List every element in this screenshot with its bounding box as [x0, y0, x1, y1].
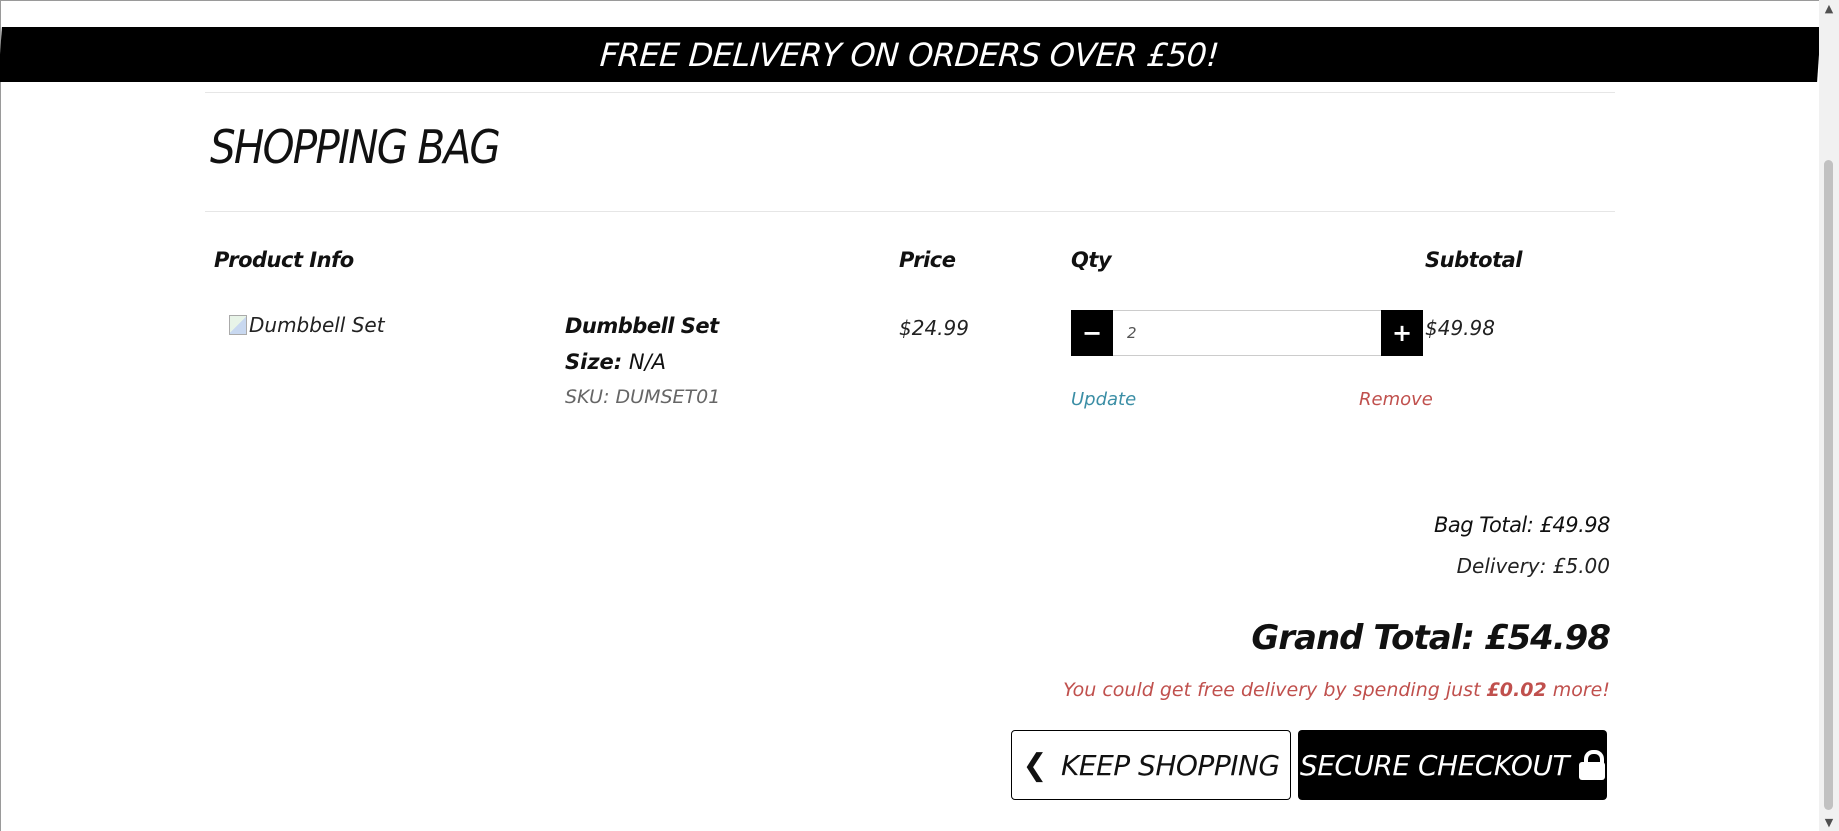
keep-shopping-button[interactable]: ❮ KEEP SHOPPING	[1011, 730, 1291, 800]
keep-shopping-label: KEEP SHOPPING	[1061, 748, 1280, 782]
quantity-input[interactable]: 2	[1113, 310, 1381, 356]
product-image[interactable]: Dumbbell Set	[229, 313, 385, 337]
grand-total: Grand Total: £54.98	[1251, 618, 1611, 658]
divider-top	[205, 92, 1615, 93]
scroll-down-icon[interactable]: ▼	[1819, 814, 1839, 831]
product-name: Dumbbell Set	[565, 314, 719, 338]
free-delivery-message: You could get free delivery by spending …	[1063, 679, 1610, 701]
lock-icon	[1579, 750, 1606, 780]
free-msg-prefix: You could get free delivery by spending …	[1063, 679, 1481, 701]
free-msg-amount: £0.02	[1486, 679, 1547, 701]
window-border-left	[0, 0, 1, 831]
window-border-top	[0, 0, 1839, 1]
chevron-left-icon: ❮	[1022, 747, 1048, 783]
product-image-alt: Dumbbell Set	[249, 313, 385, 337]
free-msg-suffix: more!	[1552, 679, 1610, 701]
scroll-thumb[interactable]	[1824, 160, 1833, 810]
header-price: Price	[899, 248, 956, 272]
decrement-button[interactable]: −	[1071, 310, 1113, 356]
minus-icon: −	[1081, 319, 1103, 347]
remove-link[interactable]: Remove	[1359, 389, 1433, 410]
delivery-cost: Delivery: £5.00	[1456, 554, 1610, 578]
secure-checkout-label: SECURE CHECKOUT	[1299, 748, 1570, 782]
update-link[interactable]: Update	[1071, 389, 1136, 410]
product-price: $24.99	[899, 316, 969, 340]
plus-icon: +	[1391, 319, 1413, 347]
size-value: N/A	[628, 350, 667, 374]
scroll-up-icon[interactable]: ▲	[1819, 0, 1839, 17]
header-subtotal: Subtotal	[1425, 248, 1522, 272]
free-delivery-banner: FREE DELIVERY ON ORDERS OVER £50!	[0, 27, 1821, 82]
increment-button[interactable]: +	[1381, 310, 1423, 356]
page-title: SHOPPING BAG	[210, 120, 501, 174]
header-qty: Qty	[1071, 248, 1112, 272]
line-subtotal: $49.98	[1425, 316, 1495, 340]
size-label: Size:	[565, 350, 623, 374]
quantity-stepper: − 2 +	[1071, 310, 1423, 356]
header-product-info: Product Info	[214, 248, 354, 272]
broken-image-icon	[229, 315, 247, 335]
product-size: Size: N/A	[565, 350, 666, 374]
secure-checkout-button[interactable]: SECURE CHECKOUT	[1298, 730, 1607, 800]
product-sku: SKU: DUMSET01	[565, 386, 721, 408]
divider-bottom	[205, 211, 1615, 212]
page-scrollbar[interactable]: ▲ ▼	[1819, 0, 1839, 831]
banner-text: FREE DELIVERY ON ORDERS OVER £50!	[598, 35, 1221, 74]
bag-total: Bag Total: £49.98	[1433, 513, 1611, 537]
